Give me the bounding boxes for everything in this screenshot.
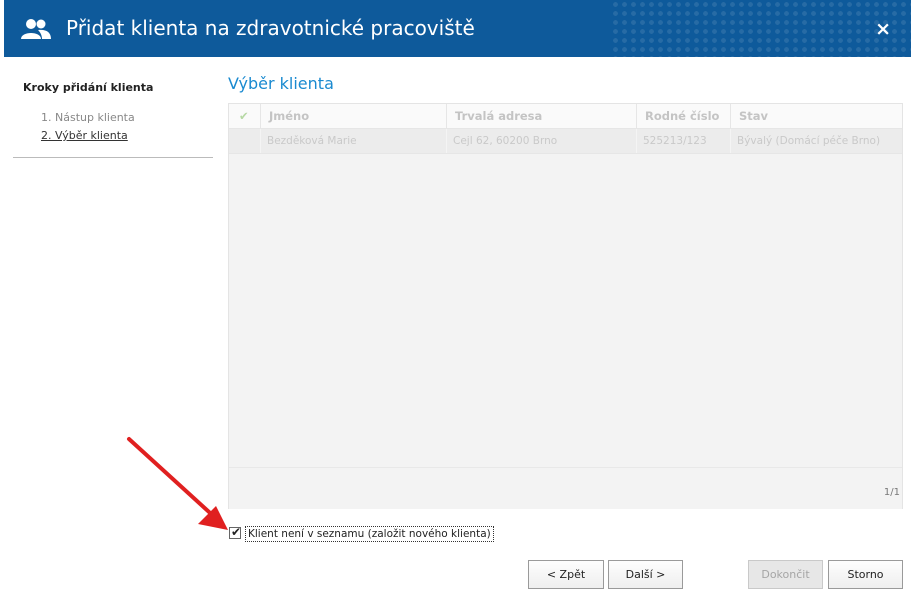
client-table: ✔ Jméno Trvalá adresa Rodné číslo Stav B… <box>228 103 903 509</box>
step-item-nastup[interactable]: 1. Nástup klienta <box>41 111 135 124</box>
dialog-title: Přidat klienta na zdravotnické pracovišt… <box>66 16 475 40</box>
page-info: 1/1 <box>883 487 900 498</box>
steps-divider <box>13 157 213 158</box>
new-client-checkbox-label[interactable]: Klient není v seznamu (založit nového kl… <box>245 526 494 542</box>
column-header-status[interactable]: Stav <box>731 104 902 128</box>
row-name-cell: Bezděková Marie <box>261 129 447 153</box>
row-birth-number-cell: 525213/123 <box>637 129 731 153</box>
steps-title: Kroky přidání klienta <box>23 81 154 94</box>
section-title: Výběr klienta <box>228 74 334 93</box>
check-column-header[interactable]: ✔ <box>229 104 261 128</box>
table-row[interactable]: Bezděková Marie Cejl 62, 60200 Brno 5252… <box>229 129 902 154</box>
table-header: ✔ Jméno Trvalá adresa Rodné číslo Stav <box>229 104 902 129</box>
row-status-cell: Bývalý (Domácí péče Brno) <box>737 135 881 147</box>
column-header-name[interactable]: Jméno <box>261 104 447 128</box>
cancel-button[interactable]: Storno <box>828 560 903 589</box>
table-empty-area <box>229 154 902 467</box>
annotation-arrow-icon <box>127 437 228 530</box>
back-button[interactable]: < Zpět <box>528 560 604 589</box>
finish-button[interactable]: Dokončit <box>748 560 823 589</box>
close-icon[interactable]: × <box>875 18 891 40</box>
checkmark-icon: ✔ <box>239 109 249 123</box>
step-item-vyber[interactable]: 2. Výběr klienta <box>41 129 128 142</box>
column-header-birth-number[interactable]: Rodné číslo <box>637 104 731 128</box>
table-footer: 1/1 <box>229 467 902 509</box>
row-check-cell[interactable] <box>229 129 261 153</box>
dialog-titlebar: Přidat klienta na zdravotnické pracovišt… <box>4 0 911 57</box>
users-icon <box>21 19 51 39</box>
next-button[interactable]: Další > <box>608 560 683 589</box>
row-address-cell: Cejl 62, 60200 Brno <box>447 129 637 153</box>
column-header-address[interactable]: Trvalá adresa <box>447 104 637 128</box>
titlebar-pattern <box>611 0 911 57</box>
